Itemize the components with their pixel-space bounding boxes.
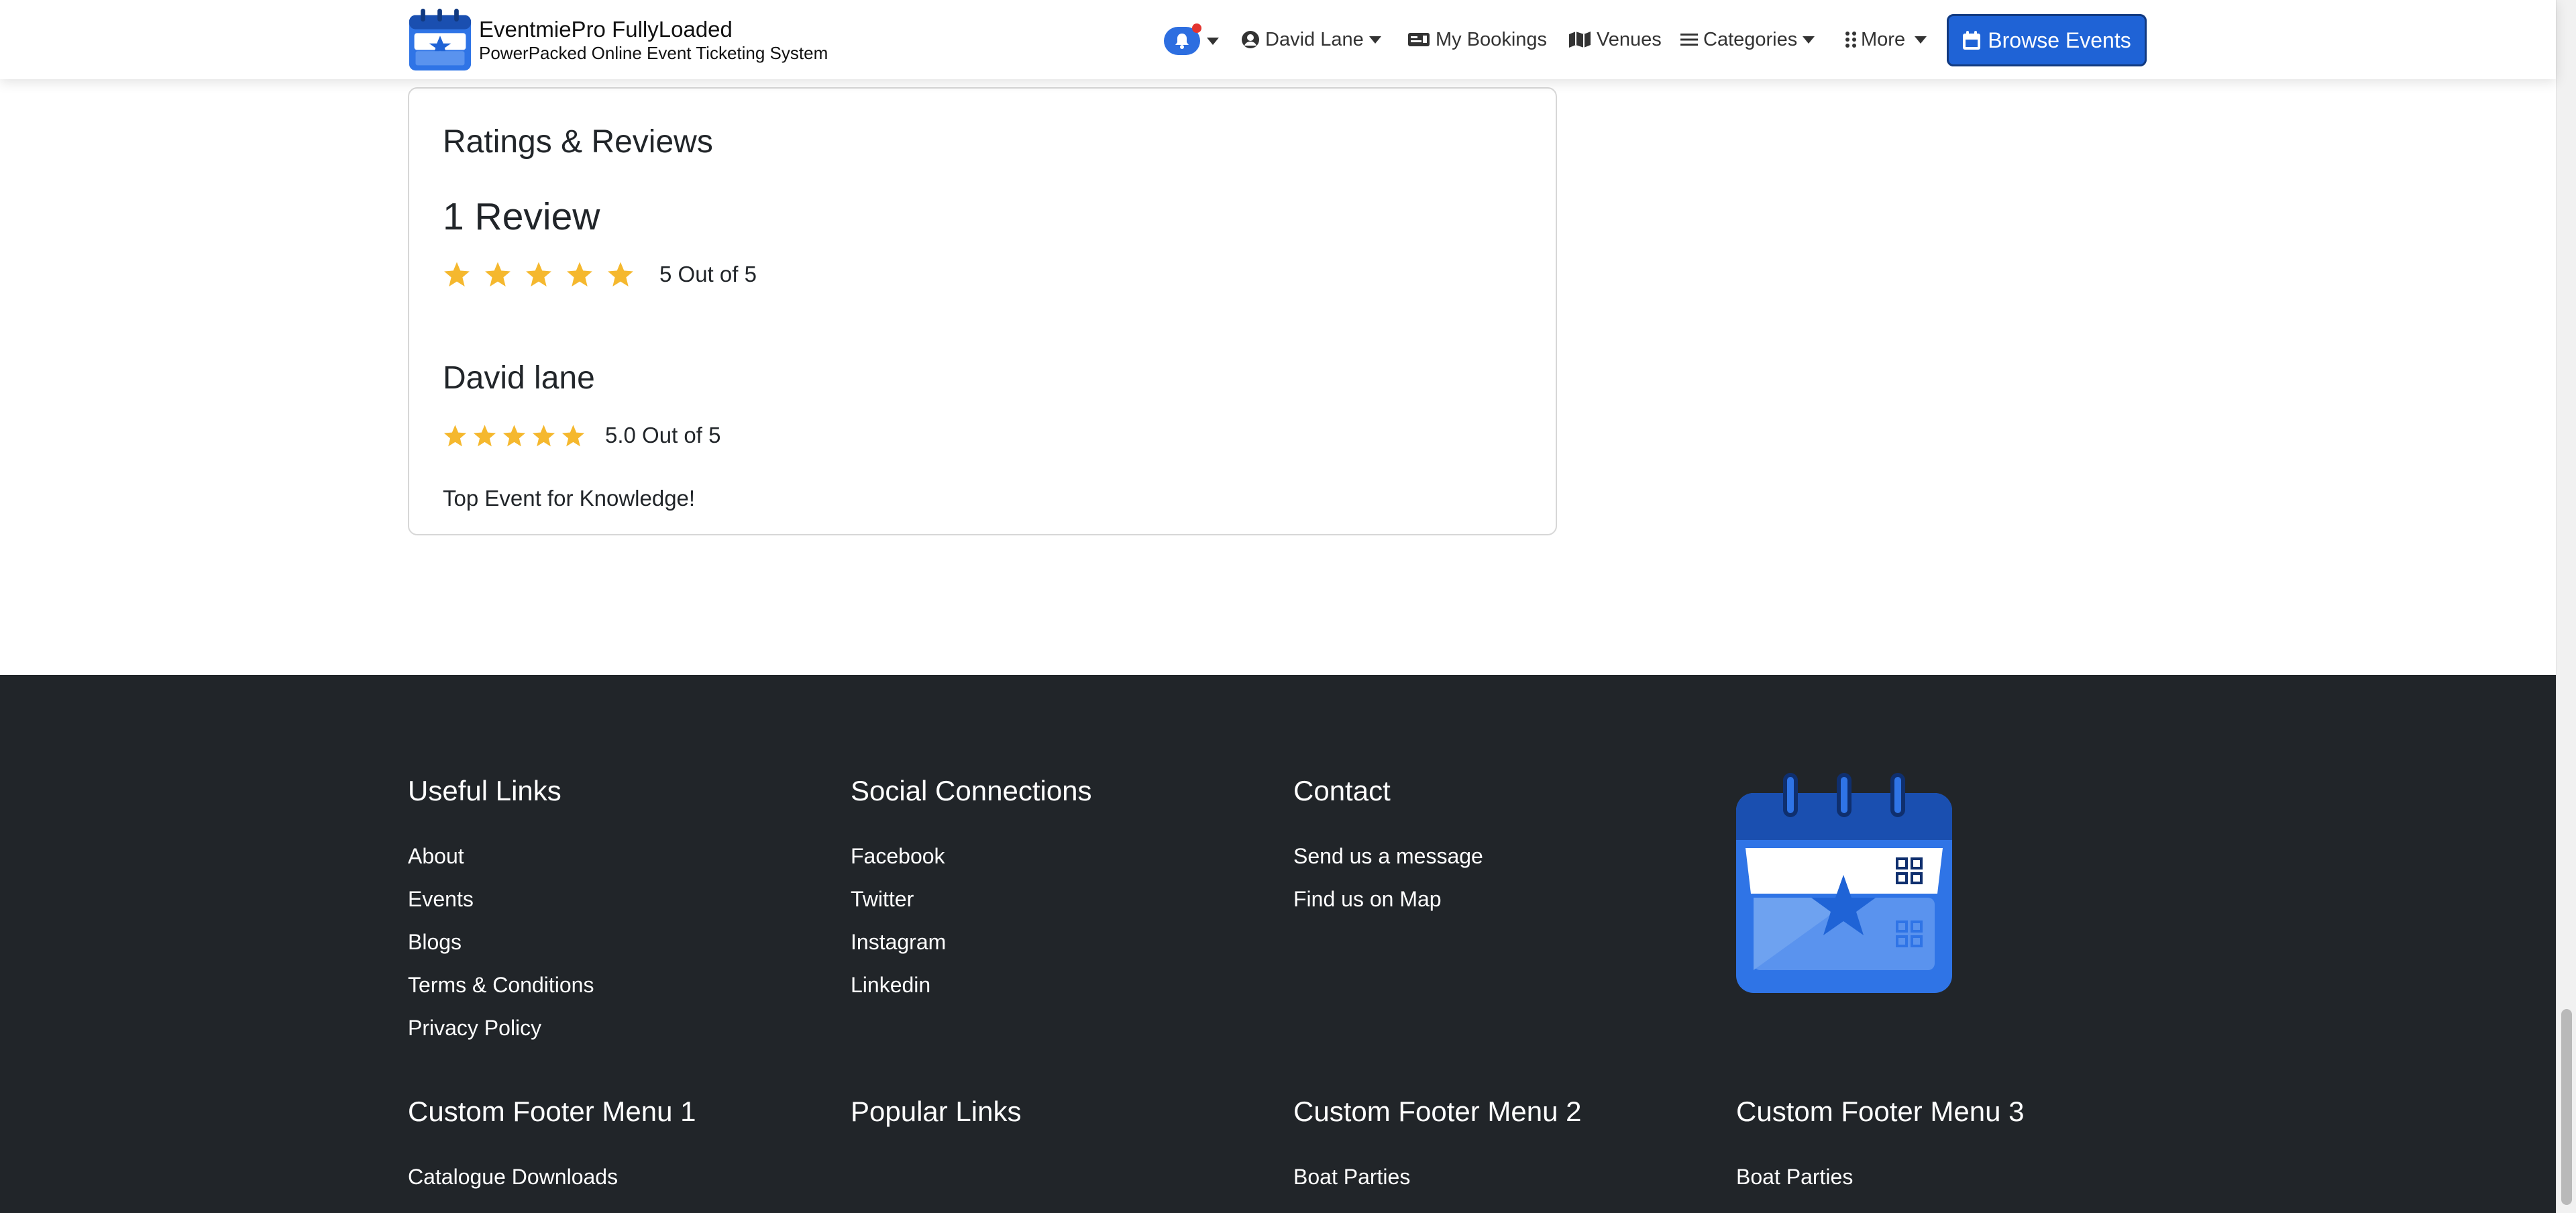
footer-link-find-on-map[interactable]: Find us on Map bbox=[1293, 886, 1442, 912]
footer-column-contact: Contact bbox=[1293, 774, 1391, 808]
calendar-icon bbox=[1963, 31, 1981, 50]
review-text: Top Event for Knowledge! bbox=[443, 486, 696, 511]
star-icon bbox=[443, 424, 467, 446]
footer-heading: Useful Links bbox=[408, 775, 561, 806]
footer-column-useful-links: Useful Links bbox=[408, 774, 561, 808]
footer-heading: Social Connections bbox=[851, 775, 1092, 806]
chevron-down-icon bbox=[1368, 36, 1381, 44]
grip-dots-icon bbox=[1845, 32, 1856, 48]
footer-heading: Custom Footer Menu 2 bbox=[1293, 1096, 1582, 1127]
star-icon bbox=[444, 262, 470, 287]
footer-link-boat-parties[interactable]: Boat Parties bbox=[1736, 1163, 1853, 1190]
ratings-reviews-card: Ratings & Reviews 1 Review 5 Out of 5 Da… bbox=[408, 87, 1557, 535]
nav-more-label: More bbox=[1861, 28, 1906, 50]
notification-badge[interactable] bbox=[1164, 23, 1201, 55]
footer-link-instagram[interactable]: Instagram bbox=[851, 929, 946, 955]
nav-more-dropdown[interactable]: More bbox=[1845, 0, 1927, 79]
footer-link-about[interactable]: About bbox=[408, 843, 464, 869]
footer-link-terms[interactable]: Terms & Conditions bbox=[408, 971, 594, 998]
review-count: 1 Review bbox=[443, 195, 600, 238]
ratings-reviews-title: Ratings & Reviews bbox=[443, 124, 713, 160]
footer-column-custom-menu-3: Custom Footer Menu 3 bbox=[1736, 1095, 2025, 1128]
star-icon bbox=[532, 424, 555, 446]
footer-heading: Custom Footer Menu 3 bbox=[1736, 1096, 2025, 1127]
chevron-down-icon bbox=[1915, 36, 1927, 44]
nav-venues-label: Venues bbox=[1597, 28, 1662, 50]
footer-link-linkedin[interactable]: Linkedin bbox=[851, 971, 930, 998]
calendar-ticket-logo-icon bbox=[409, 8, 472, 71]
notifications-dropdown[interactable] bbox=[1164, 23, 1219, 55]
star-icon bbox=[561, 424, 585, 446]
browse-events-button[interactable]: Browse Events bbox=[1947, 14, 2147, 66]
footer-link-facebook[interactable]: Facebook bbox=[851, 843, 945, 869]
brand[interactable]: EventmiePro FullyLoaded PowerPacked Onli… bbox=[408, 7, 828, 72]
list-icon bbox=[1680, 34, 1698, 46]
footer-link-events[interactable]: Events bbox=[408, 886, 474, 912]
nav-user-label: David Lane bbox=[1265, 28, 1364, 50]
footer-heading: Popular Links bbox=[851, 1096, 1022, 1127]
nav-my-bookings-label: My Bookings bbox=[1436, 28, 1548, 50]
star-icon bbox=[473, 424, 496, 446]
star-icon bbox=[485, 262, 511, 287]
overall-rating-stars: 5 Out of 5 bbox=[443, 260, 757, 288]
bell-icon bbox=[1175, 34, 1189, 49]
chevron-down-icon bbox=[1803, 36, 1815, 44]
star-icon bbox=[526, 262, 551, 287]
brand-name: EventmiePro FullyLoaded bbox=[479, 17, 733, 42]
nav-categories-dropdown[interactable]: Categories bbox=[1680, 0, 1815, 79]
star-icon bbox=[567, 262, 592, 287]
star-icon bbox=[608, 262, 633, 287]
footer-link-privacy[interactable]: Privacy Policy bbox=[408, 1014, 541, 1041]
footer-heading: Custom Footer Menu 1 bbox=[408, 1096, 696, 1127]
scrollbar-thumb[interactable] bbox=[2561, 1009, 2572, 1205]
footer-link-send-message[interactable]: Send us a message bbox=[1293, 843, 1483, 869]
footer-column-social: Social Connections bbox=[851, 774, 1092, 808]
nav-my-bookings[interactable]: My Bookings bbox=[1407, 0, 1547, 79]
calendar-ticket-logo-icon bbox=[1736, 773, 1952, 993]
overall-rating-text: 5 Out of 5 bbox=[659, 262, 757, 286]
footer-heading: Contact bbox=[1293, 775, 1391, 806]
footer-link-twitter[interactable]: Twitter bbox=[851, 886, 914, 912]
review-rating-text: 5.0 Out of 5 bbox=[605, 423, 721, 447]
site-footer: Useful Links About Events Blogs Terms & … bbox=[0, 675, 2556, 1213]
map-icon bbox=[1569, 32, 1591, 48]
nav-user-dropdown[interactable]: David Lane bbox=[1241, 0, 1381, 79]
footer-link-catalogue-downloads[interactable]: Catalogue Downloads bbox=[408, 1163, 618, 1190]
ticket-card-icon bbox=[1408, 33, 1430, 46]
brand-tagline: PowerPacked Online Event Ticketing Syste… bbox=[479, 43, 828, 63]
footer-link-blogs[interactable]: Blogs bbox=[408, 929, 462, 955]
reviewer-name: David lane bbox=[443, 360, 595, 396]
review-rating-stars: 5.0 Out of 5 bbox=[443, 423, 720, 448]
browse-events-label: Browse Events bbox=[1988, 28, 2131, 52]
star-icon bbox=[502, 424, 526, 446]
nav-venues[interactable]: Venues bbox=[1568, 0, 1662, 79]
footer-column-popular-links: Popular Links bbox=[851, 1095, 1021, 1128]
footer-column-custom-menu-1: Custom Footer Menu 1 bbox=[408, 1095, 696, 1128]
page-scrollbar[interactable] bbox=[2556, 0, 2576, 1213]
nav-categories-label: Categories bbox=[1703, 28, 1798, 50]
footer-column-custom-menu-2: Custom Footer Menu 2 bbox=[1293, 1095, 1582, 1128]
chevron-down-icon bbox=[1207, 37, 1219, 45]
notification-dot bbox=[1192, 23, 1201, 33]
footer-link-boat-parties[interactable]: Boat Parties bbox=[1293, 1163, 1410, 1190]
top-navbar: EventmiePro FullyLoaded PowerPacked Onli… bbox=[0, 0, 2556, 79]
user-circle-icon bbox=[1242, 31, 1259, 48]
